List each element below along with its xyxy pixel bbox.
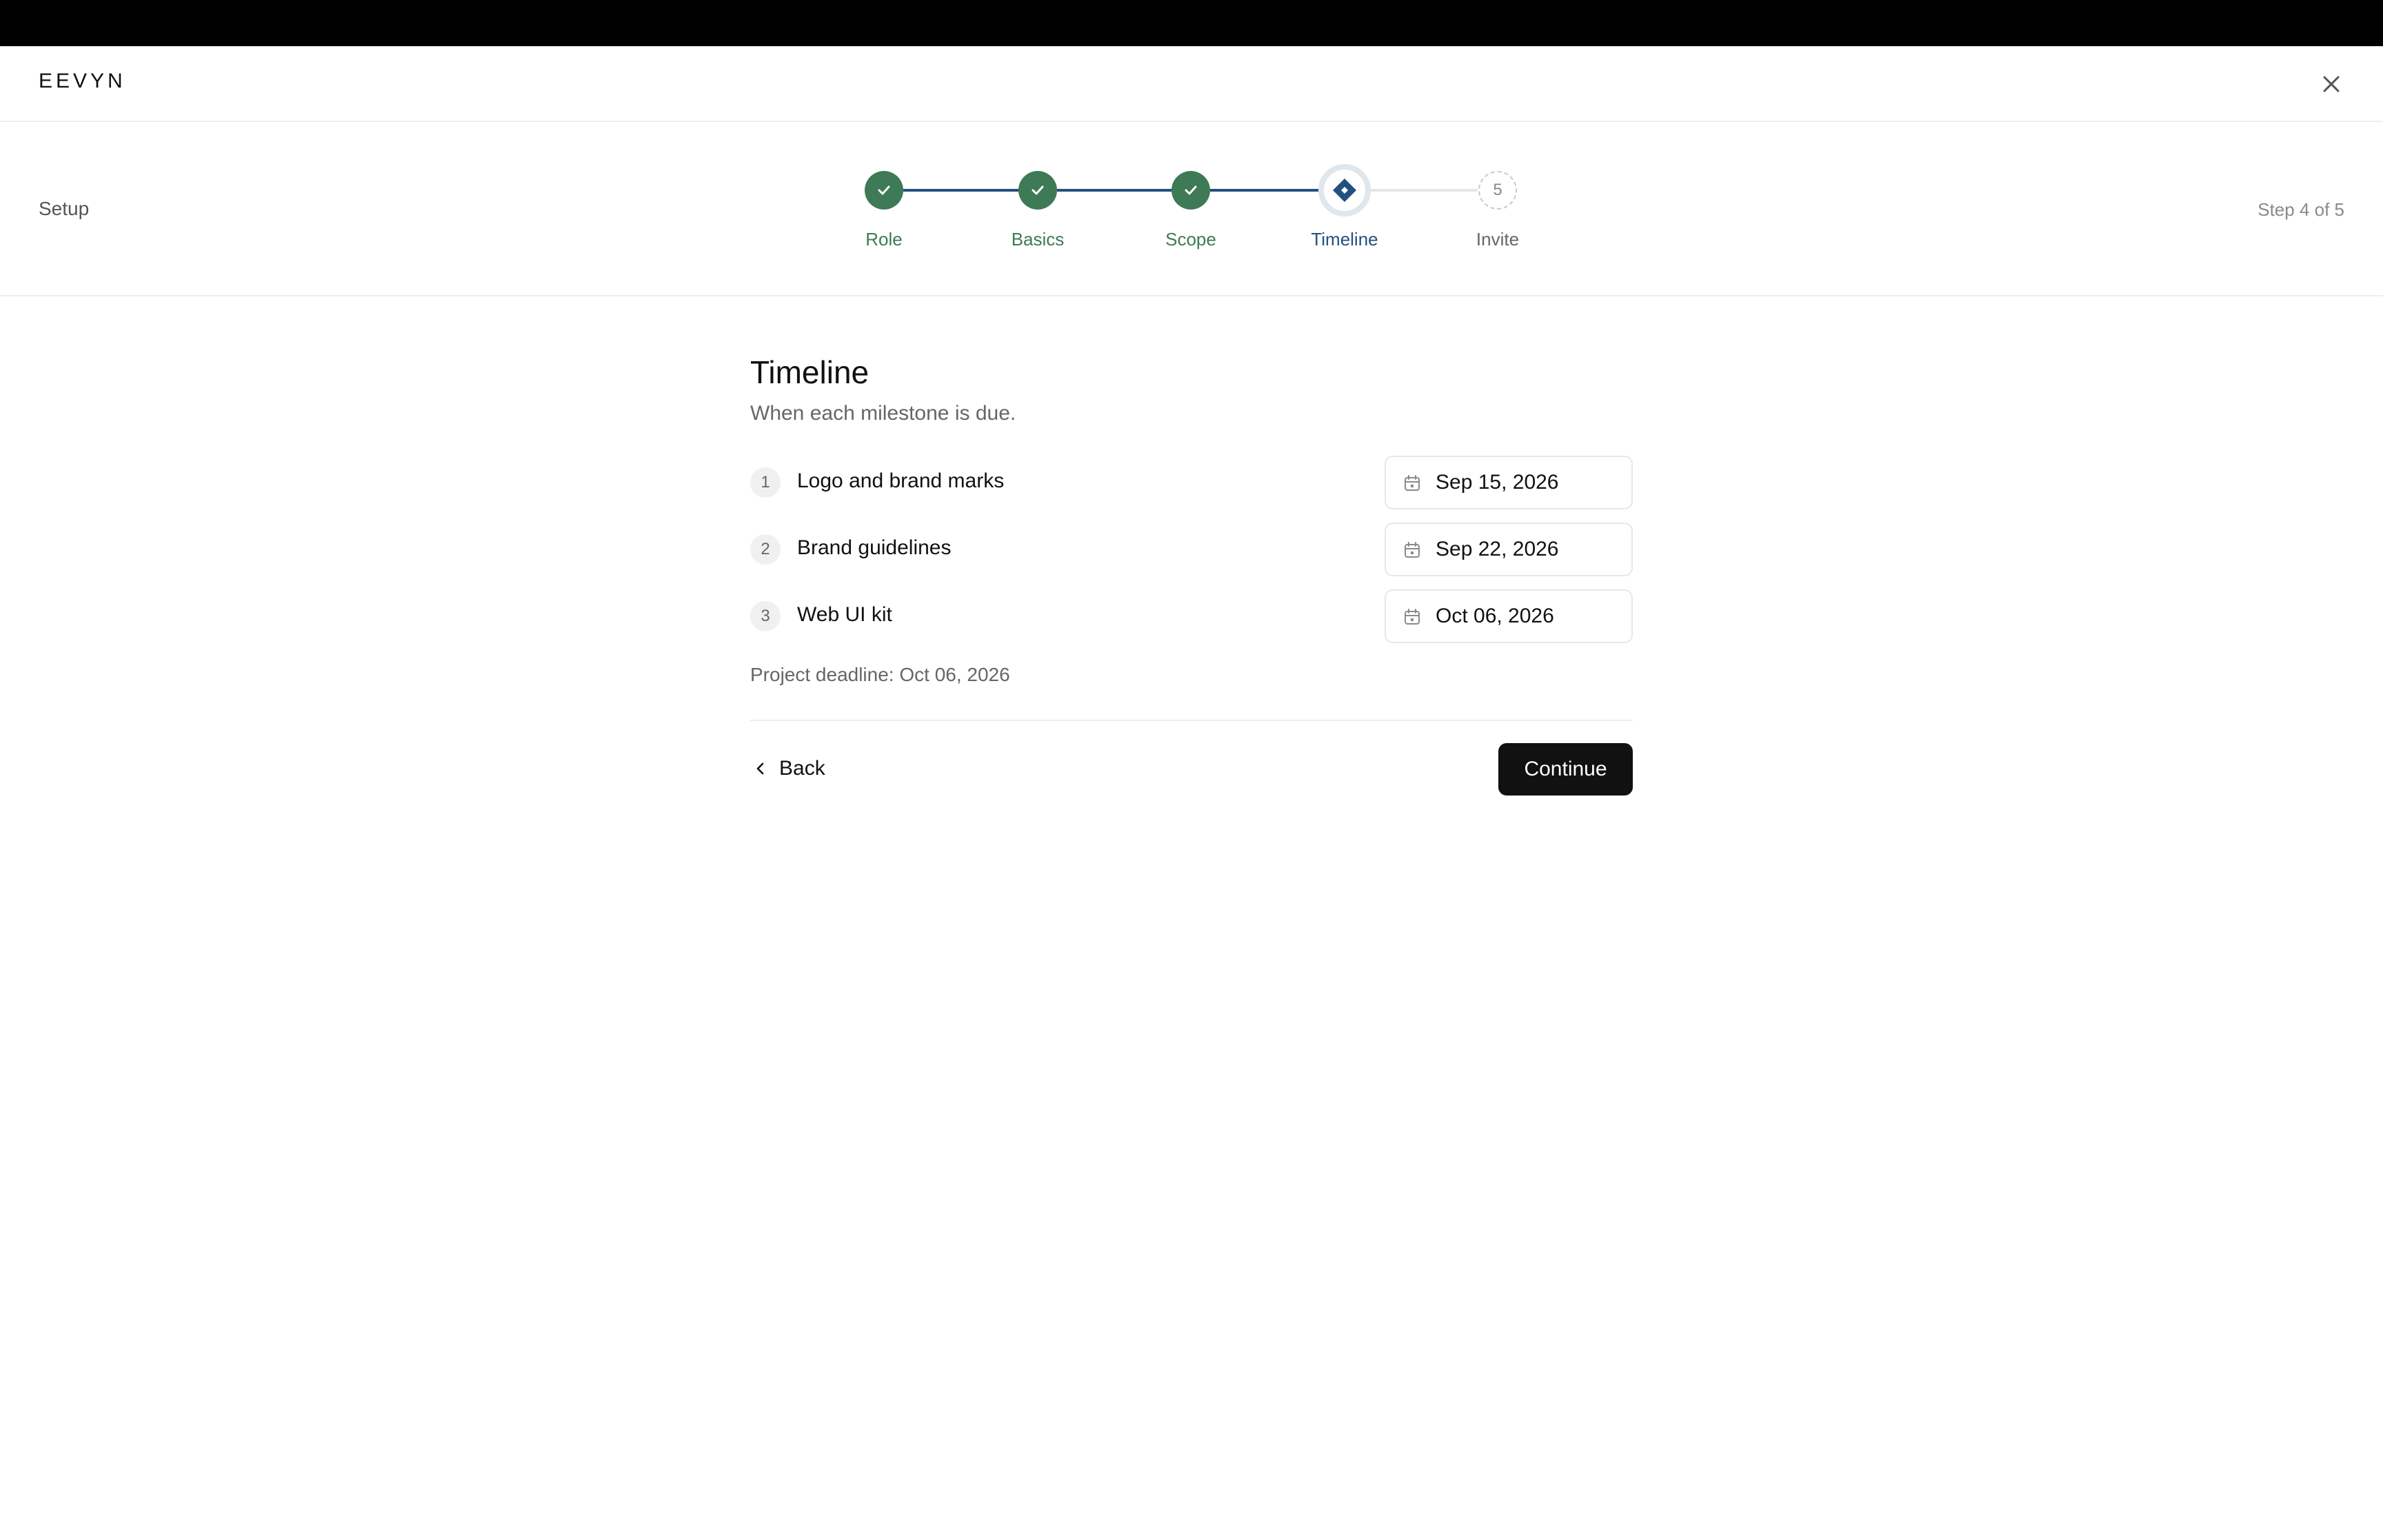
close-icon xyxy=(2323,76,2340,92)
check-icon xyxy=(1185,185,1197,195)
check-icon xyxy=(878,185,890,195)
step-label: Role xyxy=(865,229,903,250)
milestone-name: Brand guidelines xyxy=(797,536,952,559)
brand-logo: EEVYN xyxy=(39,70,126,92)
step-label: Scope xyxy=(1165,229,1216,250)
date-value: Sep 15, 2026 xyxy=(1436,471,1559,494)
page-title: Timeline xyxy=(750,354,869,390)
section-label: Setup xyxy=(39,198,90,219)
milestone-name: Logo and brand marks xyxy=(797,469,1005,492)
check-icon xyxy=(1032,185,1044,195)
progress-stepper: Setup Step 4 of 5 Role Basics Scope Time… xyxy=(0,122,2383,296)
milestone-number: 1 xyxy=(750,467,781,498)
step-connector xyxy=(1210,189,1322,192)
milestone-row: 2 Brand guidelines Sep 22, 2026 xyxy=(750,523,1633,576)
step-indicator-complete xyxy=(1172,171,1210,210)
step-connector xyxy=(1057,189,1172,192)
step-label: Basics xyxy=(1011,229,1065,250)
step-indicator-upcoming: 5 xyxy=(1478,171,1517,210)
step-indicator-complete xyxy=(1018,171,1057,210)
milestone-number: 3 xyxy=(750,601,781,631)
setup-wizard-page: EEVYN Setup Step 4 of 5 Role Basics Scop… xyxy=(0,0,2383,1540)
date-value: Sep 22, 2026 xyxy=(1436,538,1559,560)
step-indicator-complete xyxy=(865,171,903,210)
diamond-icon xyxy=(1333,179,1356,202)
milestone-date-picker[interactable]: Oct 06, 2026 xyxy=(1385,589,1633,643)
top-bar xyxy=(0,0,2383,46)
milestone-row: 1 Logo and brand marks Sep 15, 2026 xyxy=(750,456,1633,509)
back-button[interactable]: Back xyxy=(750,742,854,796)
step-connector xyxy=(1371,189,1478,192)
step-counter: Step 4 of 5 xyxy=(2258,199,2344,220)
milestone-row: 3 Web UI kit Oct 06, 2026 xyxy=(750,589,1633,643)
chevron-left-icon xyxy=(756,762,764,775)
project-deadline: Project deadline: Oct 06, 2026 xyxy=(750,664,1010,685)
milestone-name: Web UI kit xyxy=(797,603,892,626)
step-label: Timeline xyxy=(1311,229,1378,250)
calendar-icon xyxy=(1405,609,1420,625)
step-label: Invite xyxy=(1476,229,1520,250)
milestone-date-picker[interactable]: Sep 22, 2026 xyxy=(1385,523,1633,576)
milestone-number: 2 xyxy=(750,534,781,565)
divider xyxy=(750,720,1633,721)
back-label: Back xyxy=(779,757,825,780)
step-connector xyxy=(903,189,1020,192)
milestone-date-picker[interactable]: Sep 15, 2026 xyxy=(1385,456,1633,509)
calendar-icon xyxy=(1405,542,1420,558)
page-subtitle: When each milestone is due. xyxy=(750,402,1016,425)
date-value: Oct 06, 2026 xyxy=(1436,605,1554,627)
continue-button[interactable]: Continue xyxy=(1498,743,1633,796)
calendar-icon xyxy=(1405,475,1420,491)
close-button[interactable] xyxy=(2317,70,2346,99)
step-indicator-current xyxy=(1318,164,1371,216)
app-header: EEVYN xyxy=(0,46,2383,122)
